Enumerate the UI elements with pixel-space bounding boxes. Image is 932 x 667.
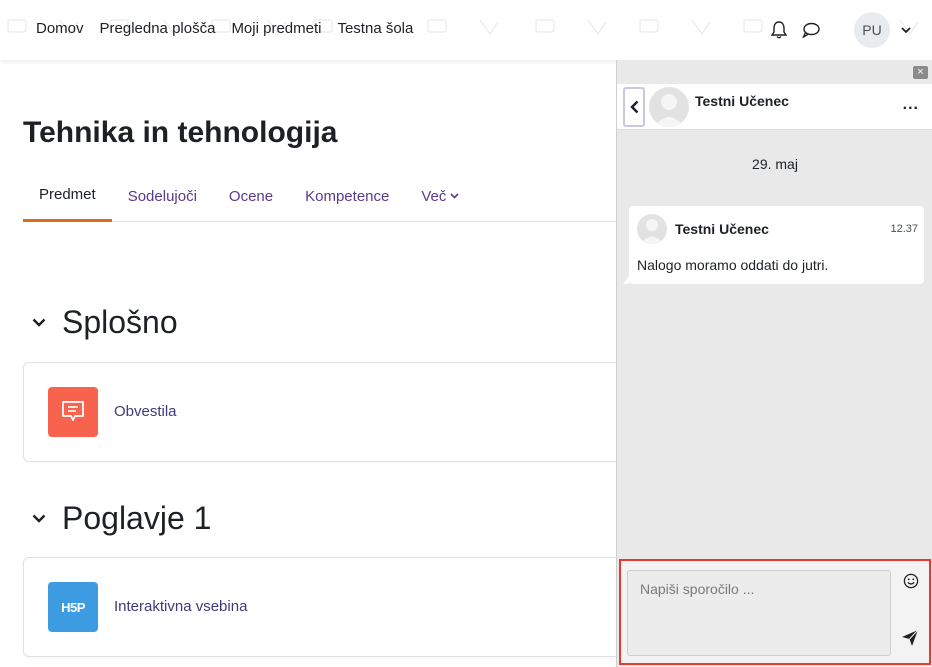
contact-name[interactable]: Testni Učenec: [695, 93, 789, 109]
user-avatar[interactable]: PU: [854, 12, 890, 48]
forum-icon: [48, 387, 98, 437]
message-composer: [619, 559, 931, 665]
section-title: Splošno: [62, 304, 178, 340]
tab-label: Sodelujoči: [127, 187, 197, 205]
user-silhouette-icon: [641, 219, 663, 244]
page-title: Tehnika in tehnologija: [23, 116, 338, 149]
activity-card-obvestila[interactable]: Obvestila: [23, 362, 616, 462]
tab-vec[interactable]: Več: [405, 170, 475, 222]
conversation-header: Testni Učenec ...: [617, 84, 932, 130]
activity-link[interactable]: Obvestila: [114, 403, 177, 420]
primary-navigation: Domov Pregledna plošča Moji predmeti Tes…: [36, 20, 413, 37]
h5p-icon: H5P: [48, 582, 98, 632]
nav-link-pregledna-plosca[interactable]: Pregledna plošča: [100, 20, 216, 37]
message-drawer: × Testni Učenec ... 29. maj Testni Učene…: [616, 60, 932, 667]
course-tabs: Predmet Sodelujoči Ocene Kompetence Več: [23, 170, 616, 222]
activity-card-interaktivna-vsebina[interactable]: H5P Interaktivna vsebina: [23, 557, 616, 657]
back-button[interactable]: [623, 87, 645, 127]
date-separator: 29. maj: [752, 156, 798, 172]
course-main-content: Tehnika in tehnologija Predmet Sodelujoč…: [0, 60, 616, 667]
section-header-splosno: Splošno: [30, 304, 178, 341]
tab-label: Predmet: [39, 186, 96, 203]
tab-predmet[interactable]: Predmet: [23, 170, 112, 222]
emoji-icon[interactable]: [901, 571, 921, 591]
h5p-icon-text: H5P: [61, 599, 85, 615]
chevron-left-icon: [629, 100, 638, 114]
section-title: Poglavje 1: [62, 500, 212, 536]
tab-label: Ocene: [228, 187, 274, 205]
contact-avatar: [649, 87, 689, 127]
collapse-chevron-icon[interactable]: [30, 314, 48, 332]
collapse-chevron-icon[interactable]: [30, 510, 48, 528]
chevron-down-icon: [450, 193, 459, 199]
sender-avatar: [637, 214, 667, 244]
nav-link-moji-predmeti[interactable]: Moji predmeti: [231, 20, 321, 37]
message-text: Nalogo moramo oddati do jutri.: [637, 257, 829, 273]
tab-label: Kompetence: [305, 187, 390, 205]
tab-label: Več: [421, 187, 447, 205]
nav-link-domov[interactable]: Domov: [36, 20, 84, 37]
tab-ocene[interactable]: Ocene: [213, 170, 289, 222]
message-sender: Testni Učenec: [675, 221, 769, 237]
message-input[interactable]: [627, 570, 891, 656]
chevron-down-icon[interactable]: [900, 24, 912, 36]
tab-sodelujoci[interactable]: Sodelujoči: [112, 170, 213, 222]
user-silhouette-icon: [654, 94, 684, 127]
message-time: 12.37: [890, 223, 918, 235]
nav-link-testna-sola[interactable]: Testna šola: [337, 20, 413, 37]
top-navbar: Domov Pregledna plošča Moji predmeti Tes…: [0, 0, 932, 60]
bell-icon[interactable]: [768, 19, 790, 41]
more-options-icon[interactable]: ...: [903, 96, 919, 114]
send-icon[interactable]: [899, 627, 921, 649]
message-bubble: Testni Učenec 12.37 Nalogo moramo oddati…: [623, 206, 924, 284]
navbar-user-area: PU: [768, 12, 912, 48]
close-icon[interactable]: ×: [913, 66, 928, 79]
activity-link[interactable]: Interaktivna vsebina: [114, 598, 247, 615]
chat-bubble-icon[interactable]: [800, 19, 822, 41]
tab-kompetence[interactable]: Kompetence: [289, 170, 405, 222]
section-header-poglavje-1: Poglavje 1: [30, 500, 211, 537]
